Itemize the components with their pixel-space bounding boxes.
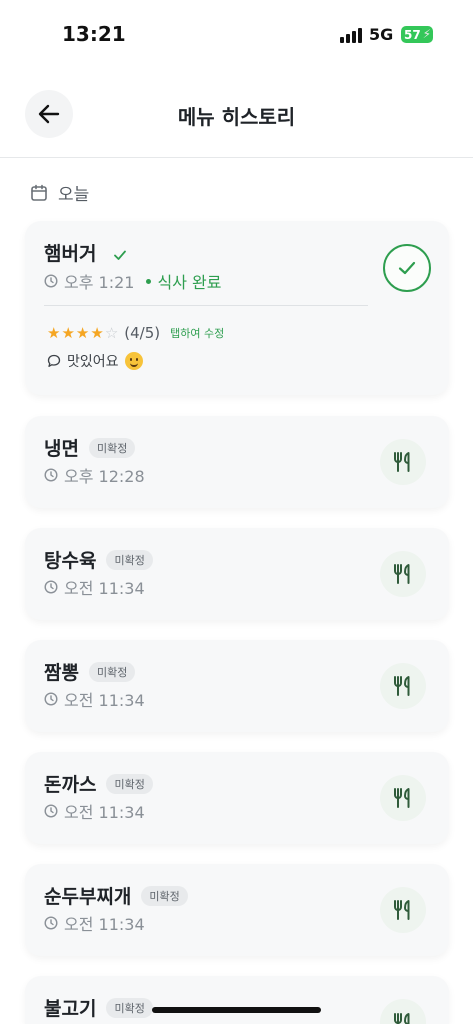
- menu-name: 불고기 미확정: [44, 994, 153, 1021]
- history-card[interactable]: 불고기 미확정: [25, 976, 449, 1024]
- utensils-icon: [394, 788, 410, 808]
- menu-name: 탕수육 미확정: [44, 546, 153, 573]
- meal-time: 오전 11:34: [64, 579, 145, 598]
- comment-row: 맛있어요: [47, 351, 143, 371]
- star-rating[interactable]: ★ ★ ★ ★ ☆: [47, 323, 119, 342]
- comment-icon: [47, 354, 61, 367]
- history-card[interactable]: 돈까스 미확정 오전 11:34: [25, 752, 449, 844]
- check-circle-icon[interactable]: [383, 244, 431, 292]
- status-badge: 미확정: [106, 549, 153, 570]
- star-icon: ★: [75, 323, 90, 342]
- status-badge: 미확정: [106, 773, 153, 794]
- header: 메뉴 히스토리: [0, 70, 473, 158]
- meal-time: 오전 11:34: [64, 915, 145, 934]
- menu-name: 순두부찌개 미확정: [44, 882, 188, 909]
- menu-name-text: 냉면: [44, 438, 79, 460]
- status-text: 식사 완료: [157, 273, 222, 292]
- status-tag: 식사 완료: [146, 269, 221, 293]
- meal-time: 오전 11:34: [64, 803, 145, 822]
- history-card[interactable]: 순두부찌개 미확정 오전 11:34: [25, 864, 449, 956]
- divider: [44, 305, 368, 306]
- status-time: 13:21: [62, 22, 126, 46]
- menu-name-text: 햄버거: [44, 243, 97, 265]
- battery-icon: 57 ⚡: [401, 26, 433, 43]
- utensils-button[interactable]: [380, 887, 426, 933]
- status-dot: [146, 278, 152, 284]
- time-row: 오후 1:21 식사 완료: [44, 269, 221, 293]
- meal-time: 오후 12:28: [64, 467, 145, 486]
- utensils-button[interactable]: [380, 999, 426, 1024]
- utensils-button[interactable]: [380, 775, 426, 821]
- home-indicator: [152, 1007, 321, 1013]
- utensils-button[interactable]: [380, 439, 426, 485]
- section-title: 오늘: [58, 185, 90, 205]
- menu-name: 돈까스 미확정: [44, 770, 153, 797]
- utensils-icon: [394, 676, 410, 696]
- utensils-icon: [394, 452, 410, 472]
- time-row: 오전 11:34: [44, 575, 145, 599]
- clock-icon: [44, 804, 58, 818]
- menu-name-text: 짬뽕: [44, 662, 79, 684]
- meal-time: 오전 11:34: [64, 691, 145, 710]
- utensils-icon: [394, 900, 410, 920]
- clock-icon: [44, 692, 58, 706]
- menu-name-text: 순두부찌개: [44, 886, 132, 908]
- page-title: 메뉴 히스토리: [177, 105, 296, 129]
- utensils-button[interactable]: [380, 551, 426, 597]
- clock-icon: [44, 916, 58, 930]
- menu-name-text: 탕수육: [44, 550, 97, 572]
- meal-time: 오후 1:21: [64, 273, 135, 292]
- star-empty-icon: ☆: [104, 323, 119, 342]
- edit-rating-link[interactable]: 탭하여 수정: [170, 325, 224, 341]
- utensils-icon: [394, 1012, 410, 1024]
- menu-name: 냉면 미확정: [44, 434, 136, 461]
- clock-icon: [44, 580, 58, 594]
- signal-icon: [340, 27, 362, 43]
- section-header: 오늘: [30, 180, 89, 205]
- battery-level: 57: [404, 27, 421, 42]
- time-row: 오후 12:28: [44, 463, 145, 487]
- time-row: 오전 11:34: [44, 799, 145, 823]
- history-card[interactable]: 냉면 미확정 오후 12:28: [25, 416, 449, 508]
- history-card[interactable]: 탕수육 미확정 오전 11:34: [25, 528, 449, 620]
- star-icon: ★: [90, 323, 104, 342]
- time-row: 오전 11:34: [44, 911, 145, 935]
- utensils-icon: [394, 564, 410, 584]
- menu-name-text: 돈까스: [44, 774, 97, 796]
- check-icon: [114, 250, 126, 260]
- clock-icon: [44, 274, 58, 288]
- calendar-icon: [31, 184, 47, 201]
- status-badge: 미확정: [141, 885, 188, 906]
- menu-name: 짬뽕 미확정: [44, 658, 136, 685]
- rating-text: (4/5): [124, 324, 161, 342]
- star-icon: ★: [61, 323, 75, 342]
- utensils-button[interactable]: [380, 663, 426, 709]
- history-card-completed[interactable]: 햄버거 오후 1:21 식사 완료 ★ ★ ★ ★ ☆ (4/5) 탭하여 수정: [25, 221, 449, 395]
- history-card[interactable]: 짬뽕 미확정 오전 11:34: [25, 640, 449, 732]
- rating-row[interactable]: ★ ★ ★ ★ ☆ (4/5) 탭하여 수정: [47, 324, 224, 342]
- network-label: 5G: [369, 25, 394, 44]
- star-icon: ★: [47, 323, 61, 342]
- clock-icon: [44, 468, 58, 482]
- smile-emoji-icon: [124, 352, 143, 370]
- menu-name: 햄버거: [44, 239, 127, 266]
- status-badge: 미확정: [88, 661, 136, 682]
- status-badge: 미확정: [106, 997, 153, 1018]
- menu-name-text: 불고기: [44, 998, 97, 1020]
- status-bar: 13:21 5G 57 ⚡: [0, 0, 473, 64]
- status-badge: 미확정: [88, 437, 136, 458]
- time-row: 오전 11:34: [44, 687, 145, 711]
- comment-text: 맛있어요: [67, 354, 119, 370]
